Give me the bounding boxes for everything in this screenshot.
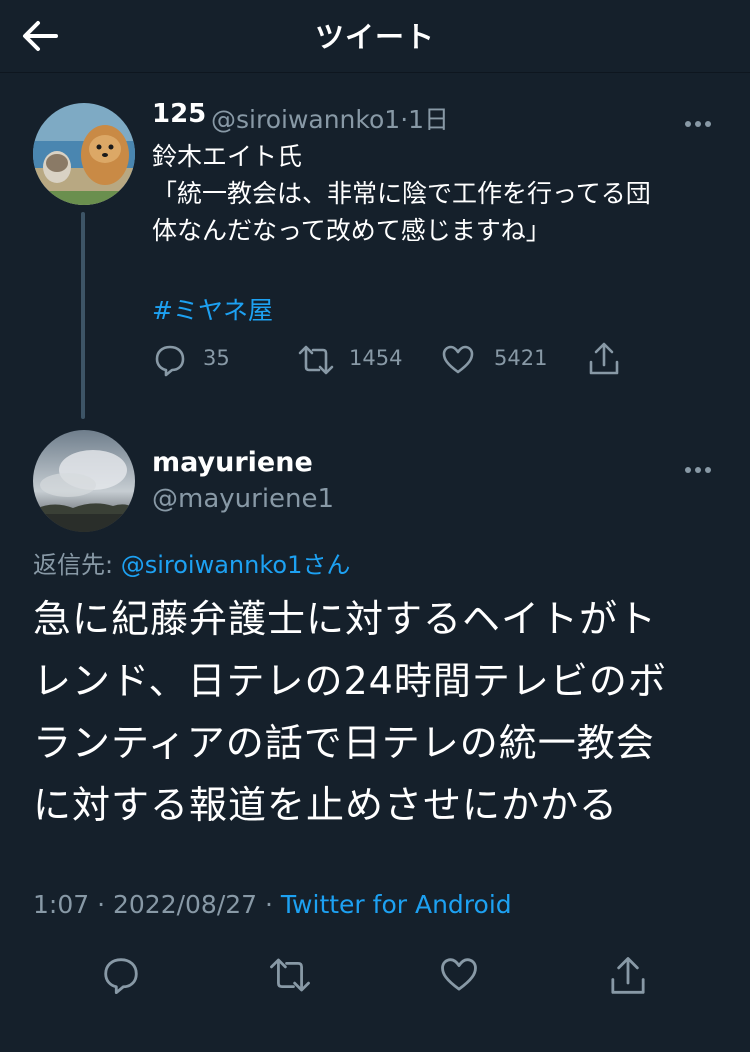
main-share-button[interactable] [608,955,648,995]
avatar-mayuriene1[interactable] [33,430,135,532]
retweet-icon [270,958,310,992]
share-icon [611,957,645,994]
parent-retweet-button[interactable]: 1454 [297,341,417,379]
replying-to-label: 返信先: [33,551,121,579]
more-dot-icon [685,467,691,473]
more-dot-icon [695,467,701,473]
parent-share-button[interactable] [587,341,623,379]
main-handle[interactable]: @mayuriene1 [152,484,334,514]
more-dot-icon [705,467,711,473]
parent-handle-text[interactable]: @siroiwannko1 [211,105,400,134]
heart-icon [441,958,477,991]
share-icon [589,342,619,375]
more-dot-icon [685,121,691,127]
main-tweet-line-3: ランティアの話で日テレの統一教会 [33,721,655,765]
replying-to-handle[interactable]: @siroiwannko1さん [121,551,351,579]
tweet-meta: 1:07 · 2022/08/27 · Twitter for Android [33,890,512,919]
meta-separator: · [257,890,281,919]
main-tweet-text: 急に紀藤弁護士に対するヘイトがト レンド、日テレの24時間テレビのボ ランティア… [33,588,723,836]
parent-tweet-line-2: 「統一教会は、非常に陰で工作を行ってる団 [152,179,651,208]
page-title: ツイート [314,20,435,54]
avatar-image [33,103,135,205]
main-display-name[interactable]: mayuriene [152,447,313,478]
tweet-date: 2022/08/27 [112,890,258,919]
meta-separator: · [89,890,113,919]
tweet-time: 1:07 [33,890,90,919]
parent-like-button[interactable]: 5421 [441,341,561,379]
like-count: 5421 [494,346,548,370]
main-like-button[interactable] [439,955,479,995]
more-dot-icon [705,121,711,127]
replying-to: 返信先: @siroiwannko1さん [33,545,350,580]
parent-reply-button[interactable]: 35 [153,341,243,379]
parent-handle[interactable]: @siroiwannko1·1日 [211,100,449,136]
retweet-icon [298,345,334,375]
parent-time[interactable]: 1日 [408,105,449,134]
parent-tweet-line-3: 体なんだなって改めて感じますね」 [152,216,551,245]
tweet-client-link[interactable]: Twitter for Android [281,890,512,919]
main-tweet-line-4: に対する報道を止めさせにかかる [33,783,619,827]
thread-line [81,212,85,419]
more-dot-icon [695,121,701,127]
parent-tweet-line-1: 鈴木エイト氏 [152,142,303,171]
reply-icon [155,345,185,377]
avatar-image [33,430,135,532]
heart-icon [442,345,474,374]
parent-display-name[interactable]: 125 [152,99,206,129]
reply-icon [104,958,138,995]
main-retweet-button[interactable] [268,955,312,995]
parent-more-button[interactable] [685,112,717,127]
main-tweet-line-2: レンド、日テレの24時間テレビのボ [33,659,667,703]
main-reply-button[interactable] [101,955,141,995]
main-more-button[interactable] [685,458,717,473]
retweet-count: 1454 [349,346,403,370]
top-bar: ツイート [0,0,750,73]
parent-separator: · [400,105,409,134]
main-tweet-line-1: 急に紀藤弁護士に対するヘイトがト [33,597,658,641]
reply-count: 35 [203,346,230,370]
hashtag-link[interactable]: #ミヤネ屋 [152,291,273,327]
avatar-siroiwannko1[interactable] [33,103,135,205]
